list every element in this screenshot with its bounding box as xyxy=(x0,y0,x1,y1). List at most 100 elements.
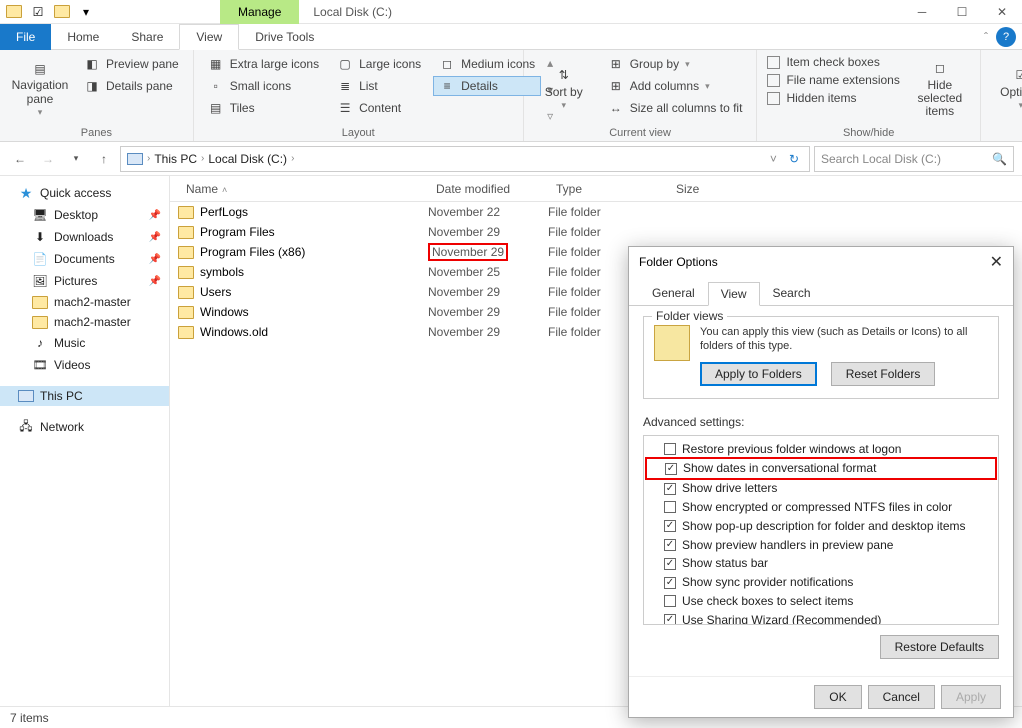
file-date: November 25 xyxy=(428,265,548,279)
advanced-setting-item[interactable]: Show pop-up description for folder and d… xyxy=(646,517,996,536)
advanced-setting-item[interactable]: Show drive letters xyxy=(646,479,996,498)
column-type[interactable]: Type xyxy=(548,182,668,196)
nav-desktop[interactable]: 🖥Desktop📌 xyxy=(0,204,169,226)
advanced-setting-item[interactable]: Show sync provider notifications xyxy=(646,573,996,592)
column-size[interactable]: Size xyxy=(668,182,748,196)
reset-folders-button[interactable]: Reset Folders xyxy=(831,362,936,386)
navigation-pane: ★Quick access 🖥Desktop📌 ⬇Downloads📌 📄Doc… xyxy=(0,176,170,706)
checkbox-icon xyxy=(664,443,676,455)
group-label-current-view: Current view xyxy=(532,125,749,141)
size-all-columns-button[interactable]: ↔Size all columns to fit xyxy=(602,98,749,118)
group-by-button[interactable]: ⊞Group by ▾ xyxy=(602,54,749,74)
file-date: November 29 xyxy=(428,305,548,319)
qat-explorer-icon[interactable] xyxy=(4,2,24,22)
desktop-icon: 🖥 xyxy=(32,207,48,223)
tab-view[interactable]: View xyxy=(179,24,239,50)
cancel-button[interactable]: Cancel xyxy=(868,685,935,709)
tab-file[interactable]: File xyxy=(0,24,51,50)
checkbox-icon xyxy=(664,558,676,570)
nav-videos[interactable]: 🎞Videos xyxy=(0,354,169,376)
window-minimize[interactable]: ─ xyxy=(902,0,942,24)
advanced-setting-item[interactable]: Show dates in conversational format xyxy=(645,457,997,480)
apply-to-folders-button[interactable]: Apply to Folders xyxy=(700,362,817,386)
nav-forward[interactable]: → xyxy=(36,147,60,171)
qat-newfolder-icon[interactable] xyxy=(52,2,72,22)
crumb-local-disk[interactable]: Local Disk (C:) xyxy=(208,152,287,166)
preview-pane-button[interactable]: ◧Preview pane xyxy=(78,54,185,74)
column-date[interactable]: Date modified xyxy=(428,182,548,196)
apply-button[interactable]: Apply xyxy=(941,685,1001,709)
checkbox-icon xyxy=(664,614,676,624)
layout-large[interactable]: ▢Large icons xyxy=(331,54,427,74)
window-title: Local Disk (C:) xyxy=(299,5,406,19)
window-maximize[interactable]: ☐ xyxy=(942,0,982,24)
file-row[interactable]: Program FilesNovember 29File folder xyxy=(170,222,1022,242)
folder-icon xyxy=(178,266,194,279)
tab-home[interactable]: Home xyxy=(51,24,115,50)
layout-small[interactable]: ▫Small icons xyxy=(202,76,325,96)
advanced-setting-item[interactable]: Show preview handlers in preview pane xyxy=(646,536,996,555)
file-row[interactable]: PerfLogsNovember 22File folder xyxy=(170,202,1022,222)
options-button[interactable]: ☑ Options ▾ xyxy=(989,54,1022,125)
nav-this-pc[interactable]: This PC xyxy=(0,386,169,406)
hide-selected-button[interactable]: ◻ Hide selected items xyxy=(908,54,972,125)
contextual-tab-manage[interactable]: Manage xyxy=(220,0,299,24)
nav-recent-dropdown[interactable]: ▾ xyxy=(64,147,88,171)
file-name-extensions-toggle[interactable]: File name extensions xyxy=(765,72,901,88)
crumb-this-pc[interactable]: This PC xyxy=(154,152,197,166)
tab-share[interactable]: Share xyxy=(115,24,179,50)
help-icon[interactable]: ? xyxy=(996,27,1016,47)
checkbox-icon xyxy=(664,501,676,513)
advanced-setting-item[interactable]: Show status bar xyxy=(646,554,996,573)
refresh-button[interactable]: ↻ xyxy=(785,152,803,166)
address-bar[interactable]: › This PC › Local Disk (C:) › ˅ ↻ xyxy=(120,146,810,172)
item-check-boxes-toggle[interactable]: Item check boxes xyxy=(765,54,901,70)
nav-up[interactable]: ↑ xyxy=(92,147,116,171)
restore-defaults-button[interactable]: Restore Defaults xyxy=(880,635,999,659)
dialog-tab-search[interactable]: Search xyxy=(760,281,824,305)
downloads-icon: ⬇ xyxy=(32,229,48,245)
dialog-tab-general[interactable]: General xyxy=(639,281,708,305)
nav-music[interactable]: ♪Music xyxy=(0,332,169,354)
column-name[interactable]: Name˄ xyxy=(178,182,428,196)
folder-options-dialog: Folder Options ✕ General View Search Fol… xyxy=(628,246,1014,718)
nav-documents[interactable]: 📄Documents📌 xyxy=(0,248,169,270)
nav-mach2-b[interactable]: mach2-master xyxy=(0,312,169,332)
nav-pictures[interactable]: 🖼Pictures📌 xyxy=(0,270,169,292)
advanced-setting-item[interactable]: Show encrypted or compressed NTFS files … xyxy=(646,498,996,517)
advanced-setting-item[interactable]: Use Sharing Wizard (Recommended) xyxy=(646,611,996,625)
pin-icon: 📌 xyxy=(149,232,161,243)
navigation-pane-button[interactable]: ▤ Navigation pane ▾ xyxy=(8,54,72,125)
tab-drive-tools[interactable]: Drive Tools xyxy=(239,24,330,50)
window-close[interactable]: ✕ xyxy=(982,0,1022,24)
search-placeholder: Search Local Disk (C:) xyxy=(821,152,941,166)
layout-list[interactable]: ≣List xyxy=(331,76,427,96)
address-dropdown[interactable]: ˅ xyxy=(766,152,781,166)
advanced-setting-item[interactable]: Restore previous folder windows at logon xyxy=(646,440,996,459)
size-columns-icon: ↔ xyxy=(608,100,624,116)
search-box[interactable]: Search Local Disk (C:) 🔍 xyxy=(814,146,1014,172)
nav-mach2-a[interactable]: mach2-master xyxy=(0,292,169,312)
dialog-close[interactable]: ✕ xyxy=(990,252,1003,272)
nav-back[interactable]: ← xyxy=(8,147,32,171)
ok-button[interactable]: OK xyxy=(814,685,861,709)
dialog-tab-view[interactable]: View xyxy=(708,282,760,306)
documents-icon: 📄 xyxy=(32,251,48,267)
advanced-settings-list[interactable]: Restore previous folder windows at logon… xyxy=(643,435,999,625)
hidden-items-toggle[interactable]: Hidden items xyxy=(765,90,901,106)
content-icon: ☰ xyxy=(337,100,353,116)
nav-downloads[interactable]: ⬇Downloads📌 xyxy=(0,226,169,248)
layout-extra-large[interactable]: ▦Extra large icons xyxy=(202,54,325,74)
advanced-setting-item[interactable]: Use check boxes to select items xyxy=(646,592,996,611)
layout-tiles[interactable]: ▤Tiles xyxy=(202,98,325,118)
nav-quick-access[interactable]: ★Quick access xyxy=(0,182,169,204)
details-pane-button[interactable]: ◨Details pane xyxy=(78,76,185,96)
nav-network[interactable]: 🖧Network xyxy=(0,416,169,438)
qat-properties-icon[interactable]: ☑ xyxy=(28,2,48,22)
file-date: November 29 xyxy=(428,325,548,339)
sort-by-button[interactable]: ⇅ Sort by ▾ xyxy=(532,54,596,125)
ribbon-collapse[interactable]: ˆ xyxy=(984,30,988,44)
qat-dropdown[interactable]: ▾ xyxy=(76,2,96,22)
add-columns-button[interactable]: ⊞Add columns ▾ xyxy=(602,76,749,96)
layout-content[interactable]: ☰Content xyxy=(331,98,427,118)
